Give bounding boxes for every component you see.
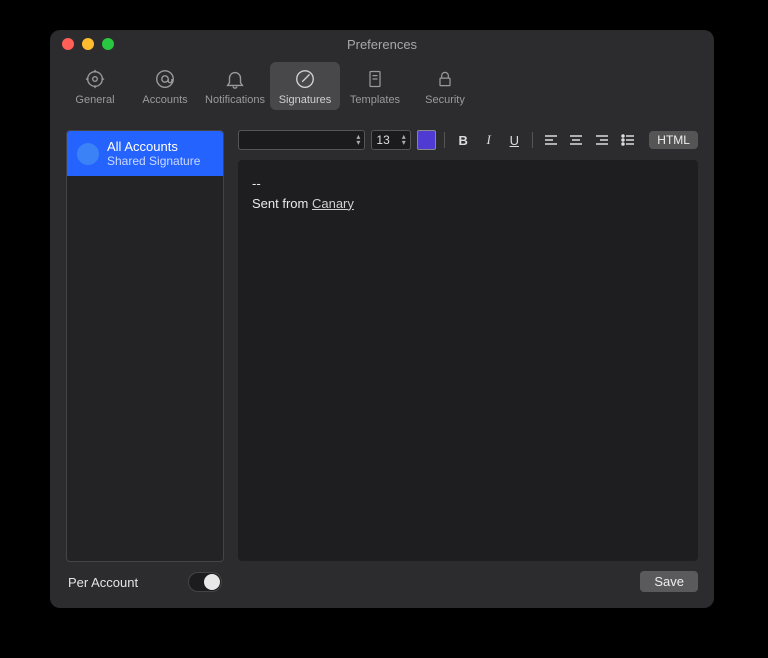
minimize-icon[interactable] — [82, 38, 94, 50]
tab-general[interactable]: General — [60, 62, 130, 110]
lock-icon — [435, 68, 455, 90]
text-color-swatch[interactable] — [417, 130, 437, 150]
save-button[interactable]: Save — [640, 571, 698, 592]
font-size-value: 13 — [376, 133, 389, 147]
signature-icon — [294, 68, 316, 90]
separator — [532, 132, 533, 148]
tab-label: Signatures — [279, 94, 332, 106]
signature-prefix: -- — [252, 174, 684, 194]
close-icon[interactable] — [62, 38, 74, 50]
tab-security[interactable]: Security — [410, 62, 480, 110]
font-family-select[interactable]: ▴▾ — [238, 130, 365, 150]
sidebar-item-text: All Accounts Shared Signature — [107, 139, 200, 168]
per-account-toggle[interactable] — [188, 572, 222, 592]
tab-notifications[interactable]: Notifications — [200, 62, 270, 110]
separator — [444, 132, 445, 148]
window-title: Preferences — [50, 37, 714, 52]
align-left-button[interactable] — [541, 130, 561, 150]
tab-label: Accounts — [142, 94, 187, 106]
tab-label: Notifications — [205, 94, 265, 106]
tab-label: Security — [425, 94, 465, 106]
sidebar-item-title: All Accounts — [107, 139, 200, 154]
titlebar: Preferences — [50, 30, 714, 58]
at-icon — [154, 68, 176, 90]
per-account-label: Per Account — [68, 575, 138, 590]
sidebar-column: All Accounts Shared Signature Per Accoun… — [66, 130, 224, 592]
zoom-icon[interactable] — [102, 38, 114, 50]
toggle-knob — [204, 574, 220, 590]
per-account-row: Per Account — [66, 562, 224, 592]
content-area: All Accounts Shared Signature Per Accoun… — [50, 118, 714, 608]
document-icon — [365, 68, 385, 90]
list-button[interactable] — [618, 130, 638, 150]
align-center-button[interactable] — [567, 130, 587, 150]
stepper-arrows-icon: ▴▾ — [402, 134, 406, 146]
signature-line: Sent from Canary — [252, 194, 684, 214]
editor-footer: Save — [238, 571, 698, 592]
signature-text: Sent from — [252, 196, 312, 211]
sidebar-item-subtitle: Shared Signature — [107, 154, 200, 168]
tab-label: Templates — [350, 94, 400, 106]
signature-link[interactable]: Canary — [312, 196, 354, 211]
tab-label: General — [75, 94, 114, 106]
tab-templates[interactable]: Templates — [340, 62, 410, 110]
gear-icon — [84, 68, 106, 90]
window-controls — [62, 38, 114, 50]
tab-accounts[interactable]: Accounts — [130, 62, 200, 110]
tab-signatures[interactable]: Signatures — [270, 62, 340, 110]
editor-column: ▴▾ 13 ▴▾ B I U — [238, 130, 698, 592]
sidebar-item-all-accounts[interactable]: All Accounts Shared Signature — [67, 131, 223, 176]
underline-button[interactable]: U — [505, 130, 525, 150]
italic-button[interactable]: I — [479, 130, 499, 150]
align-right-button[interactable] — [592, 130, 612, 150]
account-color-dot — [77, 143, 99, 165]
font-size-stepper[interactable]: 13 ▴▾ — [371, 130, 410, 150]
accounts-list[interactable]: All Accounts Shared Signature — [66, 130, 224, 562]
select-arrows-icon: ▴▾ — [356, 134, 360, 146]
editor-toolbar: ▴▾ 13 ▴▾ B I U — [238, 130, 698, 150]
bold-button[interactable]: B — [453, 130, 473, 150]
preferences-window: Preferences General Accounts Notificatio… — [50, 30, 714, 608]
signature-editor[interactable]: -- Sent from Canary — [238, 160, 698, 561]
bell-icon — [224, 68, 246, 90]
preferences-toolbar: General Accounts Notifications Signature… — [50, 58, 714, 118]
html-mode-button[interactable]: HTML — [649, 131, 698, 149]
